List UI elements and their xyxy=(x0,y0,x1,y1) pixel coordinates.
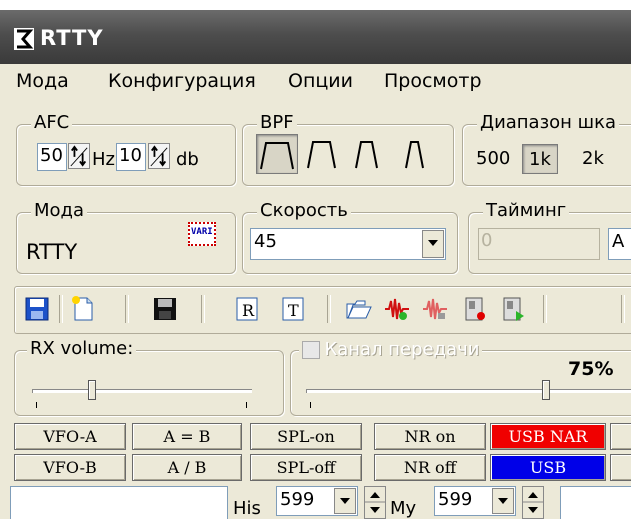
save-icon[interactable] xyxy=(151,295,179,323)
range-500-button[interactable]: 500 xyxy=(470,144,516,174)
a-slash-b-button[interactable]: A / B xyxy=(132,454,242,481)
afc-hz-unit: Hz xyxy=(92,149,115,170)
toolbar-separator xyxy=(201,295,205,323)
tx-channel-header: Канал передачи xyxy=(299,339,483,360)
my-rst-dropdown-button[interactable] xyxy=(492,488,514,514)
new-document-icon[interactable] xyxy=(69,295,97,323)
vfo-b-button[interactable]: VFO-B xyxy=(14,454,126,481)
toolbar-separator xyxy=(125,295,129,323)
nr-on-button[interactable]: NR on xyxy=(374,423,486,450)
timing-label: Тайминг xyxy=(483,200,570,221)
extra-button-row1[interactable] xyxy=(610,423,631,450)
split-on-button[interactable]: SPL-on xyxy=(250,423,362,450)
save-blue-icon[interactable] xyxy=(23,295,51,323)
menu-mode[interactable]: Мода xyxy=(16,70,69,92)
bpf-narrow-icon xyxy=(355,141,378,169)
svg-text:R: R xyxy=(242,301,255,320)
mode-value: RTTY xyxy=(26,240,78,264)
wave-red-icon[interactable] xyxy=(421,295,449,323)
tx-channel-percent: 75% xyxy=(568,358,614,380)
speed-label: Скорость xyxy=(257,200,351,221)
afc-db-input[interactable]: 10 xyxy=(116,143,146,171)
vari-icon[interactable]: VARI xyxy=(188,222,216,246)
timing-combo-value: A xyxy=(612,231,625,252)
bpf-label: BPF xyxy=(257,112,297,133)
afc-db-spinner[interactable] xyxy=(148,143,170,169)
vfo-a-button[interactable]: VFO-A xyxy=(14,423,126,450)
usb-nar-button[interactable]: USB NAR xyxy=(490,423,606,450)
a-equals-b-button[interactable]: A = B xyxy=(132,423,242,450)
bpf-filter-medium-button[interactable] xyxy=(304,134,346,174)
rx-volume-tick xyxy=(246,402,247,408)
tx-channel-thumb[interactable] xyxy=(542,380,550,400)
extra-input[interactable] xyxy=(560,486,631,519)
mode-label: Мода xyxy=(31,200,88,221)
menu-configuration[interactable]: Конфигурация xyxy=(108,70,256,92)
window-title: RTTY xyxy=(40,26,104,50)
my-label: My xyxy=(390,498,417,519)
his-rst-combo[interactable]: 599 xyxy=(276,486,358,516)
bpf-filter-very-narrow-button[interactable] xyxy=(400,134,442,174)
menu-view[interactable]: Просмотр xyxy=(384,70,482,92)
tx-channel-tick xyxy=(310,402,311,408)
usb-button[interactable]: USB xyxy=(490,454,606,481)
background-window-strip xyxy=(0,0,631,10)
range-2k-button[interactable]: 2k xyxy=(576,144,610,174)
menu-options[interactable]: Опции xyxy=(288,70,353,92)
afc-hz-spinner[interactable] xyxy=(68,143,90,169)
toolbar-separator xyxy=(543,295,547,323)
split-off-button[interactable]: SPL-off xyxy=(250,454,362,481)
macro-play-icon[interactable] xyxy=(499,295,527,323)
my-rst-value: 599 xyxy=(438,489,473,510)
afc-hz-input[interactable]: 50 xyxy=(37,143,67,171)
wave-green-icon[interactable] xyxy=(383,295,411,323)
his-rst-value: 599 xyxy=(280,489,315,510)
rx-volume-group: RX volume: xyxy=(14,338,284,416)
title-bar[interactable]: RTTY xyxy=(0,10,631,64)
afc-label: AFC xyxy=(31,112,73,133)
toolbar: R T xyxy=(14,286,631,334)
tx-channel-checkbox[interactable] xyxy=(302,340,320,359)
afc-db-unit: db xyxy=(176,149,199,170)
bpf-filter-narrow-button[interactable] xyxy=(352,134,394,174)
toolbar-separator xyxy=(327,295,331,323)
nr-off-button[interactable]: NR off xyxy=(374,454,486,481)
range-1k-button[interactable]: 1k xyxy=(522,144,558,174)
receive-text-icon[interactable]: R xyxy=(233,295,261,323)
bpf-medium-icon xyxy=(307,141,336,169)
bpf-wide-icon xyxy=(260,142,294,170)
rx-volume-label: RX volume: xyxy=(27,338,137,359)
rx-volume-track[interactable] xyxy=(32,389,252,393)
svg-text:T: T xyxy=(288,301,299,320)
his-rst-dropdown-button[interactable] xyxy=(334,488,356,514)
bpf-very-narrow-icon xyxy=(405,141,424,169)
speed-combo[interactable]: 45 xyxy=(250,228,446,260)
vari-icon-text: VARI xyxy=(191,227,213,237)
open-folder-icon[interactable] xyxy=(345,295,373,323)
extra-button-row2[interactable] xyxy=(610,454,631,481)
toolbar-separator xyxy=(59,295,63,323)
my-rst-combo[interactable]: 599 xyxy=(434,486,516,516)
callsign-input[interactable] xyxy=(10,486,228,519)
transmit-text-icon[interactable]: T xyxy=(279,295,307,323)
app-icon xyxy=(14,28,34,50)
his-label: His xyxy=(233,498,261,519)
toolbar-separator xyxy=(621,295,625,323)
tx-channel-track[interactable] xyxy=(306,389,631,393)
rx-volume-thumb[interactable] xyxy=(88,380,96,400)
tx-channel-label: Канал передачи xyxy=(324,339,480,360)
his-rst-spinner[interactable] xyxy=(364,486,386,519)
macro-stop-icon[interactable] xyxy=(461,295,489,323)
bpf-filter-wide-button[interactable] xyxy=(256,134,298,174)
menu-bar: Мода Конфигурация Опции Просмотр xyxy=(0,64,631,102)
rtty-window: RTTY Мода Конфигурация Опции Просмотр AF… xyxy=(0,0,631,519)
my-rst-spinner[interactable] xyxy=(522,486,544,519)
timing-combo[interactable]: A xyxy=(608,228,631,260)
timing-input: 0 xyxy=(478,228,600,260)
scale-range-label: Диапазон шка xyxy=(477,112,620,133)
rx-volume-tick xyxy=(36,402,37,408)
speed-dropdown-button[interactable] xyxy=(422,230,444,258)
speed-value: 45 xyxy=(254,231,277,252)
